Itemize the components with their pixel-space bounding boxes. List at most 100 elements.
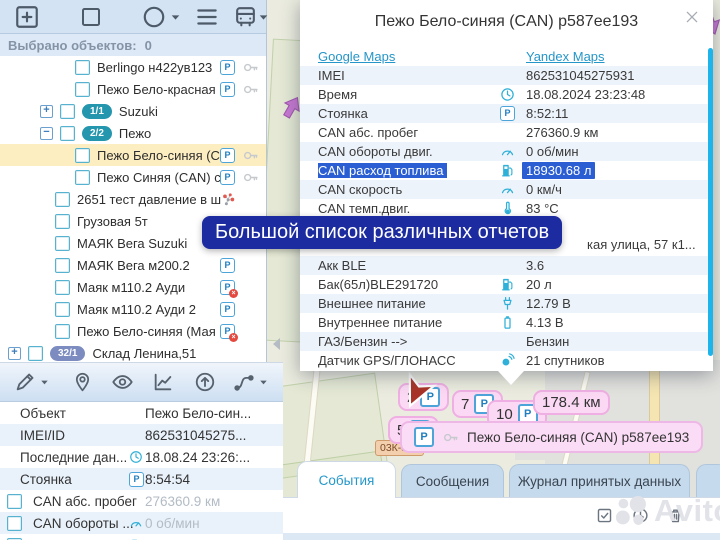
value-icon-slot	[129, 516, 143, 530]
expand-icon[interactable]: +	[40, 105, 53, 118]
item-checkbox[interactable]	[55, 302, 70, 317]
tree-item-label: Suzuki	[119, 104, 158, 119]
chevron-down-icon[interactable]	[39, 377, 50, 388]
google-maps-link[interactable]: Google Maps	[318, 49, 395, 64]
fuel-icon	[500, 163, 515, 178]
tree-item-label: Пежо Бело-синяя (Мая	[77, 324, 216, 339]
item-checkbox[interactable]	[55, 192, 70, 207]
fuel-icon	[500, 277, 515, 292]
parking-icon: P×	[220, 324, 235, 339]
item-checkbox[interactable]	[75, 82, 90, 97]
send-command-icon[interactable]	[194, 371, 216, 393]
tree-item[interactable]: −2/2Пежо	[0, 122, 266, 144]
tree-item-label: Маяк м110.2 Ауди 2	[77, 302, 196, 317]
parking-icon: P	[129, 472, 144, 487]
tree-item[interactable]: Пежо Синяя (CAN) сP	[0, 166, 266, 188]
sensor-checkbox[interactable]	[7, 494, 22, 509]
tree-item-label: Склад Ленина,51	[92, 346, 196, 361]
tree-item[interactable]: Berlingo н422ув123P	[0, 56, 266, 78]
popup-row: ГАЗ/Бензин -->Бензин	[300, 332, 713, 351]
edit-icon[interactable]	[14, 371, 36, 393]
list-view-icon[interactable]	[194, 4, 220, 30]
promo-banner: Большой список различных отчетов	[202, 216, 562, 249]
watch-icon[interactable]	[110, 371, 135, 393]
item-checkbox[interactable]	[75, 60, 90, 75]
popup-row-label: Бак(65л)BLE291720	[318, 277, 500, 292]
selection-circle-icon[interactable]	[141, 4, 167, 30]
close-icon[interactable]	[684, 9, 700, 25]
item-checkbox[interactable]	[55, 214, 70, 229]
unit-list-toolbar	[0, 0, 266, 34]
selection-rect-icon[interactable]	[79, 5, 103, 29]
item-checkbox[interactable]	[55, 280, 70, 295]
item-checkbox[interactable]	[75, 170, 90, 185]
gauge-icon	[129, 516, 143, 530]
popup-row-icon-slot: P	[500, 106, 515, 121]
selected-objects-count: 0	[145, 38, 152, 53]
tree-item[interactable]: Пежо Бело-синяя (СP	[0, 144, 266, 166]
popup-row-icon-slot	[500, 353, 515, 368]
popup-row-label: CAN абс. пробег	[318, 125, 500, 140]
tree-item[interactable]: 2651 тест давление в ш	[0, 188, 266, 210]
locate-icon[interactable]	[72, 371, 93, 393]
popup-row: Внешнее питание12.79 В	[300, 294, 713, 313]
item-status-icons: P	[220, 302, 235, 317]
popup-row: Время18.08.2024 23:23:48	[300, 85, 713, 104]
popup-row-icon-slot	[500, 68, 515, 83]
tree-item-label: МАЯК Вега м200.2	[77, 258, 190, 273]
tree-item[interactable]: МАЯК Вега м200.2P	[0, 254, 266, 276]
collapse-icon[interactable]: −	[40, 127, 53, 140]
reports-icon[interactable]	[152, 371, 174, 393]
tab-2[interactable]: Сообщения	[401, 464, 504, 498]
item-checkbox[interactable]	[55, 236, 70, 251]
group-count-badge: 2/2	[82, 126, 112, 141]
value-icon-slot	[129, 450, 143, 464]
tab-1[interactable]: События	[297, 461, 396, 498]
chevron-down-icon[interactable]	[258, 377, 269, 388]
tree-item[interactable]: Маяк м110.2 АудиP×	[0, 276, 266, 298]
chevron-down-icon[interactable]	[169, 11, 182, 24]
expand-icon[interactable]: +	[8, 347, 21, 360]
item-checkbox[interactable]	[28, 346, 43, 361]
panel-collapse-handle[interactable]	[267, 338, 280, 350]
sensor-checkbox[interactable]	[7, 516, 22, 531]
chevron-down-icon[interactable]	[257, 11, 270, 24]
yandex-maps-link[interactable]: Yandex Maps	[526, 49, 605, 64]
item-checkbox[interactable]	[60, 126, 75, 141]
item-checkbox[interactable]	[55, 324, 70, 339]
details-row: СтоянкаP8:54:54	[0, 468, 283, 490]
tree-item[interactable]: Маяк м110.2 Ауди 2 P	[0, 298, 266, 320]
popup-scrollbar[interactable]	[708, 48, 713, 356]
details-label: Стоянка	[20, 472, 72, 487]
tree-item[interactable]: +32/1Склад Ленина,51	[0, 342, 266, 362]
add-object-icon[interactable]	[14, 4, 40, 30]
gauge-icon	[500, 182, 515, 197]
molecule-icon	[220, 191, 237, 208]
popup-row-icon-slot	[500, 163, 515, 178]
item-checkbox[interactable]	[55, 258, 70, 273]
parking-icon: P	[220, 170, 235, 185]
vehicle-filter-icon[interactable]	[233, 4, 258, 29]
battery-icon	[500, 315, 515, 330]
select-all-icon[interactable]	[596, 507, 613, 524]
item-checkbox[interactable]	[75, 148, 90, 163]
tree-item[interactable]: Пежо Бело-краснаяP	[0, 78, 266, 100]
unit-tree: Berlingo н422ув123PПежо Бело-краснаяP+1/…	[0, 56, 266, 362]
tree-item-label: МАЯК Вега Suzuki	[77, 236, 187, 251]
popup-row: CAN скорость0 км/ч	[300, 180, 713, 199]
item-status-icons: P×	[220, 324, 235, 339]
parking-icon: P	[220, 148, 235, 163]
tree-item[interactable]: Пежо Бело-синяя (Мая P×	[0, 320, 266, 342]
popup-row-value: 21 спутников	[526, 353, 604, 368]
item-checkbox[interactable]	[60, 104, 75, 119]
map-distance-badge[interactable]: 178.4 км	[533, 390, 610, 415]
route-icon[interactable]	[232, 371, 256, 393]
details-value: 276360.9 км	[145, 494, 220, 509]
popup-row-icon-slot	[500, 125, 515, 140]
unit-map-tooltip[interactable]: P Пежо Бело-синяя (CAN) p587ee193	[400, 421, 703, 453]
popup-row-label: CAN темп.двиг.	[318, 201, 500, 216]
tree-item[interactable]: +1/1Suzuki	[0, 100, 266, 122]
popup-row-value: 0 км/ч	[526, 182, 562, 197]
unit-info-popup: Пежо Бело-синяя (CAN) p587ee193 Google M…	[300, 0, 713, 371]
popup-row-value: 0 об/мин	[526, 144, 579, 159]
